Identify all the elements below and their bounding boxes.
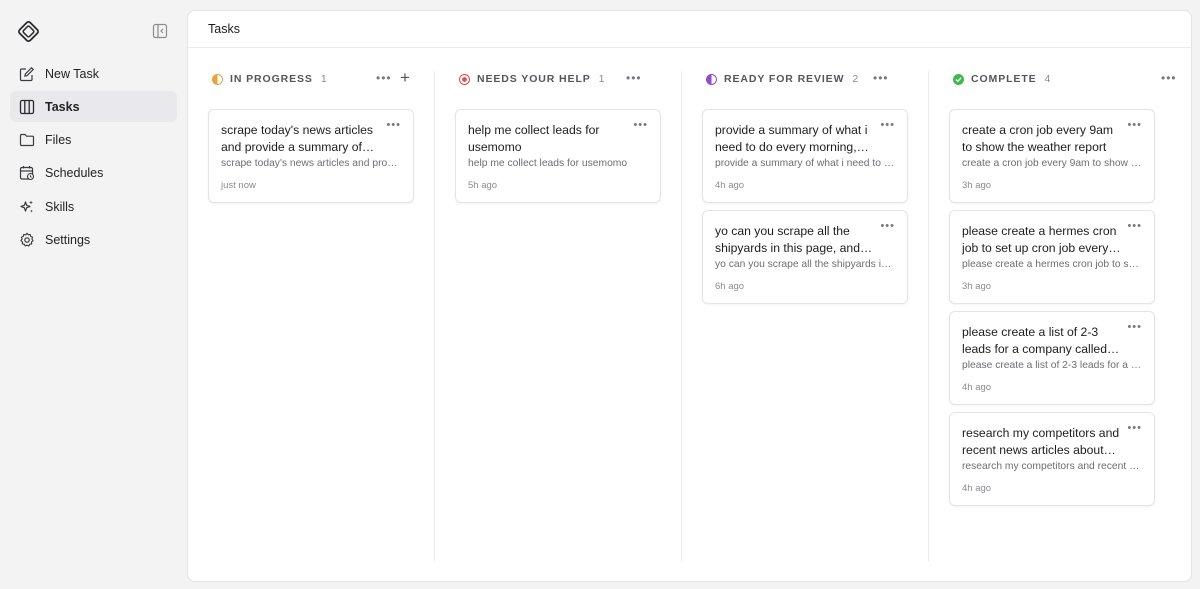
page-header: Tasks	[188, 11, 1191, 48]
sidebar-item-label: Settings	[45, 232, 91, 247]
task-card[interactable]: yo can you scrape all the shipyards in t…	[702, 210, 908, 304]
column-count: 1	[598, 73, 605, 85]
card-timestamp: 3h ago	[962, 281, 992, 292]
main-panel: Tasks IN PROGRESS 1 ••• + scrape today's…	[187, 10, 1192, 582]
task-card[interactable]: provide a summary of what i need to do e…	[702, 109, 908, 203]
card-more-icon[interactable]: •••	[1127, 322, 1142, 333]
card-description: provide a summary of what i need to do e…	[715, 158, 895, 169]
sidebar-item-files[interactable]: Files	[10, 125, 177, 156]
column-complete: COMPLETE 4 ••• create a cron job every 9…	[929, 49, 1176, 562]
sidebar-nav: New Task Tasks Files Schedules Skills Se…	[10, 58, 177, 258]
sidebar-item-label: New Task	[45, 66, 99, 81]
task-card[interactable]: please create a list of 2-3 leads for a …	[949, 311, 1155, 405]
card-more-icon[interactable]: •••	[1127, 221, 1142, 232]
card-description: please create a list of 2-3 leads for a …	[962, 360, 1142, 371]
column-header: READY FOR REVIEW 2 •••	[682, 71, 929, 87]
column-title: NEEDS YOUR HELP	[477, 73, 591, 85]
sparkles-icon	[19, 199, 35, 215]
column-count: 4	[1044, 73, 1051, 85]
sidebar-item-tasks[interactable]: Tasks	[10, 91, 177, 123]
task-card[interactable]: please create a hermes cron job to set u…	[949, 210, 1155, 304]
sidebar-item-skills[interactable]: Skills	[10, 191, 177, 222]
card-title: provide a summary of what i need to do e…	[715, 123, 868, 154]
sidebar-item-new-task[interactable]: New Task	[10, 58, 177, 89]
task-card[interactable]: research my competitors and recent news …	[949, 412, 1155, 506]
column-title: COMPLETE	[971, 73, 1037, 85]
column-count: 1	[320, 73, 327, 85]
folder-icon	[19, 132, 35, 148]
collapse-sidebar-icon[interactable]	[152, 23, 168, 39]
sidebar-item-schedules[interactable]: Schedules	[10, 158, 177, 189]
sidebar-item-label: Skills	[45, 199, 75, 214]
app-window: New Task Tasks Files Schedules Skills Se…	[0, 0, 1200, 589]
gear-icon	[19, 232, 35, 248]
column-needs-your-help: NEEDS YOUR HELP 1 ••• help me collect le…	[435, 49, 682, 562]
calendar-clock-icon	[19, 165, 35, 181]
column-title: IN PROGRESS	[230, 73, 313, 85]
card-timestamp: 6h ago	[715, 281, 745, 292]
app-logo-icon[interactable]	[16, 19, 41, 44]
card-title: yo can you scrape all the shipyards in t…	[715, 224, 860, 255]
card-timestamp: 5h ago	[468, 180, 498, 191]
card-timestamp: 4h ago	[962, 483, 992, 494]
check-circle-icon	[953, 73, 964, 85]
column-in-progress: IN PROGRESS 1 ••• + scrape today's news …	[188, 49, 435, 562]
column-header: IN PROGRESS 1 ••• +	[188, 69, 435, 87]
card-title: create a cron job every 9am to show the …	[962, 123, 1114, 154]
task-card[interactable]: create a cron job every 9am to show the …	[949, 109, 1155, 203]
column-header: COMPLETE 4 •••	[929, 71, 1176, 87]
column-header: NEEDS YOUR HELP 1 •••	[435, 71, 682, 87]
half-circle-icon	[212, 73, 223, 85]
page-title: Tasks	[208, 22, 240, 36]
half-circle-icon	[706, 73, 717, 85]
kanban-board: IN PROGRESS 1 ••• + scrape today's news …	[188, 49, 1191, 581]
card-timestamp: just now	[221, 180, 256, 191]
card-title: research my competitors and recent news …	[962, 426, 1120, 457]
card-description: research my competitors and recent news …	[962, 461, 1142, 472]
column-more-icon[interactable]: •••	[1161, 72, 1177, 84]
sidebar-item-settings[interactable]: Settings	[10, 224, 177, 255]
sidebar-item-label: Schedules	[45, 166, 104, 181]
column-more-icon[interactable]: •••	[873, 72, 889, 84]
card-description: please create a hermes cron job to set u…	[962, 259, 1142, 270]
sidebar-item-label: Tasks	[45, 99, 80, 114]
card-more-icon[interactable]: •••	[1127, 423, 1142, 434]
add-task-icon[interactable]: +	[400, 69, 410, 86]
card-more-icon[interactable]: •••	[1127, 120, 1142, 131]
card-timestamp: 4h ago	[962, 382, 992, 393]
target-icon	[459, 73, 470, 85]
card-more-icon[interactable]: •••	[880, 221, 895, 232]
sidebar: New Task Tasks Files Schedules Skills Se…	[0, 0, 187, 589]
sidebar-item-label: Files	[45, 133, 72, 148]
card-title: scrape today's news articles and provide…	[221, 123, 374, 154]
column-more-icon[interactable]: •••	[626, 72, 642, 84]
card-title: please create a hermes cron job to set u…	[962, 224, 1117, 255]
card-description: create a cron job every 9am to show the …	[962, 158, 1142, 169]
column-title: READY FOR REVIEW	[724, 73, 845, 85]
card-description: scrape today's news articles and provide…	[221, 158, 401, 169]
column-more-icon[interactable]: •••	[376, 72, 392, 84]
pencil-square-icon	[19, 66, 35, 82]
task-card[interactable]: help me collect leads for usemomo help m…	[455, 109, 661, 203]
column-ready-for-review: READY FOR REVIEW 2 ••• provide a summary…	[682, 49, 929, 562]
kanban-icon	[19, 99, 35, 115]
card-title: please create a list of 2-3 leads for a …	[962, 325, 1107, 356]
card-description: help me collect leads for usemomo	[468, 158, 628, 169]
task-card[interactable]: scrape today's news articles and provide…	[208, 109, 414, 203]
card-timestamp: 3h ago	[962, 180, 992, 191]
card-more-icon[interactable]: •••	[386, 120, 401, 131]
card-timestamp: 4h ago	[715, 180, 745, 191]
card-description: yo can you scrape all the shipyards in t…	[715, 259, 895, 270]
card-more-icon[interactable]: •••	[633, 120, 648, 131]
card-title: help me collect leads for usemomo	[468, 123, 600, 154]
card-more-icon[interactable]: •••	[880, 120, 895, 131]
column-count: 2	[852, 73, 859, 85]
